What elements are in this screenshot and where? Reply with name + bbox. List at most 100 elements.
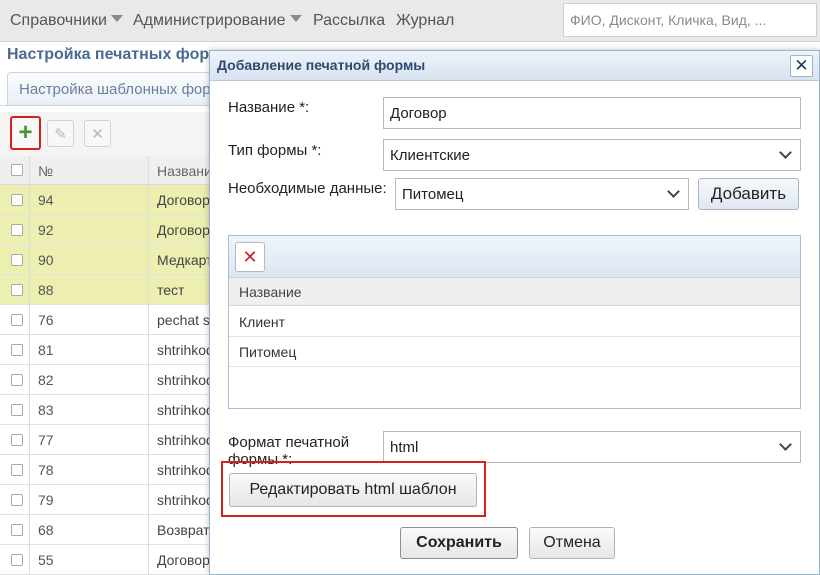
row-checkbox[interactable] <box>11 404 23 416</box>
menu-directories[interactable]: Справочники <box>10 12 123 30</box>
chevron-down-icon <box>779 146 792 159</box>
column-divider <box>29 156 30 184</box>
row-name: Договор <box>157 222 210 238</box>
row-checkbox[interactable] <box>11 254 23 266</box>
table-row[interactable]: 77 shtrihkod <box>0 425 215 455</box>
required-data-panel: ✕ Название Клиент Питомец <box>228 235 801 409</box>
add-data-button[interactable]: Добавить <box>698 178 799 210</box>
column-divider <box>148 395 149 424</box>
menu-administration[interactable]: Администрирование <box>133 12 302 30</box>
top-menu-bar: Справочники Администрирование Рассылка Ж… <box>0 0 820 42</box>
format-select[interactable]: html <box>383 431 801 463</box>
list-item[interactable]: Питомец <box>229 337 800 367</box>
table-row[interactable]: 78 shtrihkod <box>0 455 215 485</box>
row-checkbox[interactable] <box>11 224 23 236</box>
column-divider <box>29 305 30 334</box>
list-item-label: Питомец <box>239 344 297 360</box>
row-checkbox[interactable] <box>11 194 23 206</box>
row-number: 79 <box>38 492 54 508</box>
row-checkbox[interactable] <box>11 344 23 356</box>
column-divider <box>148 455 149 484</box>
table-row[interactable]: 83 shtrihkod <box>0 395 215 425</box>
table-row[interactable]: 92 Договор <box>0 215 215 245</box>
table-row[interactable]: 94 Договор <box>0 185 215 215</box>
delete-button[interactable]: ✕ <box>84 120 111 147</box>
chevron-down-icon <box>667 185 680 198</box>
table-row[interactable]: 82 shtrihkod <box>0 365 215 395</box>
required-data-label: Необходимые данные: <box>228 180 387 197</box>
dialog-title: Добавление печатной формы <box>217 57 426 73</box>
name-label: Название *: <box>228 99 310 116</box>
column-divider <box>148 275 149 304</box>
chevron-down-icon <box>779 438 792 451</box>
row-number: 68 <box>38 522 54 538</box>
row-number: 82 <box>38 372 54 388</box>
column-divider <box>29 545 30 574</box>
column-divider <box>148 185 149 214</box>
required-data-header: Название <box>229 278 800 306</box>
table-row[interactable]: 55 Договор <box>0 545 215 575</box>
edit-button[interactable]: ✎ <box>47 120 74 147</box>
column-divider <box>29 515 30 544</box>
table-row[interactable]: 76 pechat s <box>0 305 215 335</box>
row-checkbox[interactable] <box>11 554 23 566</box>
column-divider <box>29 275 30 304</box>
column-header-name[interactable]: Название <box>157 163 215 179</box>
name-field[interactable] <box>383 97 801 129</box>
column-divider <box>148 365 149 394</box>
plus-icon: + <box>18 119 33 146</box>
row-name: Медкарта <box>157 252 215 268</box>
table-row[interactable]: 79 shtrihkod <box>0 485 215 515</box>
column-divider <box>148 245 149 274</box>
row-number: 90 <box>38 252 54 268</box>
row-number: 78 <box>38 462 54 478</box>
row-number: 55 <box>38 552 54 568</box>
table-row[interactable]: 90 Медкарта <box>0 245 215 275</box>
page-title: Настройка печатных форм <box>7 46 221 63</box>
global-search-input[interactable] <box>563 3 817 37</box>
chevron-down-icon <box>289 15 302 23</box>
column-divider <box>29 335 30 364</box>
column-divider <box>29 185 30 214</box>
delete-icon[interactable]: ✕ <box>235 242 265 272</box>
table-row[interactable]: 88 тест <box>0 275 215 305</box>
dialog-header: Добавление печатной формы ✕ <box>210 51 819 81</box>
add-print-form-dialog: Добавление печатной формы ✕ Название *: … <box>209 50 820 575</box>
format-value: html <box>390 438 419 456</box>
column-divider <box>148 215 149 244</box>
select-all-checkbox[interactable] <box>11 164 23 176</box>
tab-divider <box>0 105 215 106</box>
column-divider <box>148 515 149 544</box>
row-checkbox[interactable] <box>11 434 23 446</box>
chevron-down-icon <box>110 15 123 23</box>
required-data-select[interactable]: Питомец <box>395 178 689 210</box>
list-item[interactable]: Клиент <box>229 307 800 337</box>
row-checkbox[interactable] <box>11 374 23 386</box>
row-name: pechat s <box>157 312 210 328</box>
edit-html-template-button[interactable]: Редактировать html шаблон <box>229 473 477 507</box>
column-header-number[interactable]: № <box>38 163 53 179</box>
column-header-name[interactable]: Название <box>239 284 302 300</box>
close-icon[interactable]: ✕ <box>790 55 813 77</box>
row-checkbox[interactable] <box>11 284 23 296</box>
add-button[interactable]: + <box>10 116 41 150</box>
required-data-value: Питомец <box>402 185 464 203</box>
row-number: 77 <box>38 432 54 448</box>
row-checkbox[interactable] <box>11 494 23 506</box>
pencil-icon: ✎ <box>54 125 67 143</box>
row-checkbox[interactable] <box>11 314 23 326</box>
required-data-toolbar: ✕ <box>229 236 800 278</box>
menu-mailing[interactable]: Рассылка <box>313 12 385 30</box>
table-row[interactable]: 81 shtrihkod <box>0 335 215 365</box>
table-row[interactable]: 68 Возврат <box>0 515 215 545</box>
column-divider <box>29 215 30 244</box>
row-name: shtrihkod <box>157 492 214 508</box>
menu-journal[interactable]: Журнал <box>396 12 454 30</box>
form-type-select[interactable]: Клиентские <box>383 139 801 171</box>
column-divider <box>29 245 30 274</box>
save-button[interactable]: Сохранить <box>400 527 518 559</box>
row-checkbox[interactable] <box>11 464 23 476</box>
row-checkbox[interactable] <box>11 524 23 536</box>
row-name: shtrihkod <box>157 462 214 478</box>
cancel-button[interactable]: Отмена <box>529 527 615 559</box>
